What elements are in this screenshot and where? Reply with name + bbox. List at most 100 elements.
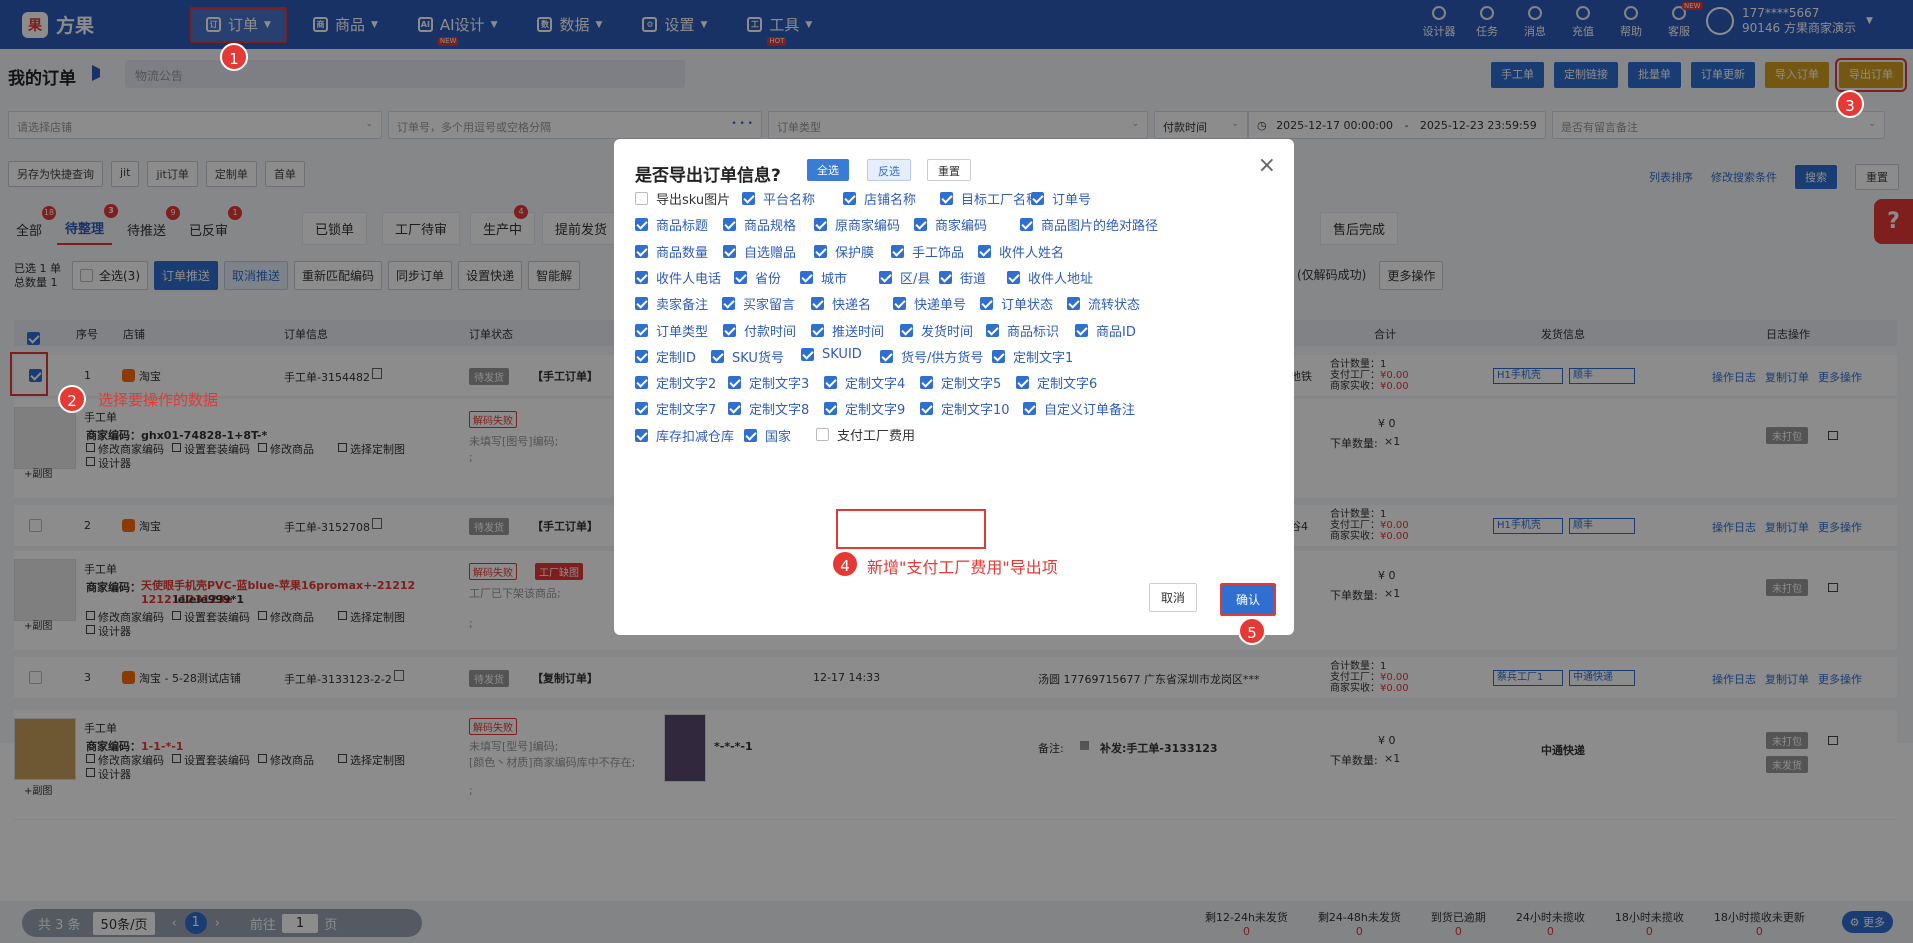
export-option[interactable]: 商品标题 (635, 215, 708, 234)
export-option[interactable]: 商品图片的绝对路径 (1020, 215, 1158, 234)
option-checkbox[interactable] (722, 297, 735, 311)
option-checkbox[interactable] (1031, 192, 1044, 205)
option-checkbox[interactable] (914, 218, 927, 232)
export-option[interactable]: 快递单号 (893, 294, 966, 313)
export-option[interactable]: 买家留言 (722, 294, 795, 313)
export-option[interactable]: 定制文字6 (1016, 373, 1097, 392)
export-option[interactable]: 定制文字1 (992, 347, 1073, 366)
option-checkbox[interactable] (801, 347, 814, 361)
option-checkbox[interactable] (635, 297, 648, 311)
option-checkbox[interactable] (635, 218, 648, 232)
export-option[interactable]: 手工饰品 (891, 242, 964, 261)
export-option[interactable]: 商品ID (1075, 321, 1136, 340)
option-checkbox[interactable] (920, 402, 933, 416)
option-checkbox[interactable] (811, 297, 824, 311)
option-checkbox[interactable] (1023, 402, 1036, 416)
export-option[interactable]: 原商家编码 (814, 215, 900, 234)
option-checkbox[interactable] (843, 192, 856, 205)
option-checkbox[interactable] (1075, 323, 1088, 337)
option-checkbox[interactable] (1020, 218, 1033, 232)
export-option[interactable]: 自定义订单备注 (1023, 399, 1135, 418)
option-checkbox[interactable] (728, 376, 741, 390)
export-option[interactable]: 库存扣减仓库 (635, 426, 734, 445)
option-checkbox[interactable] (728, 402, 741, 416)
option-checkbox[interactable] (635, 323, 648, 337)
option-checkbox[interactable] (635, 244, 648, 258)
option-checkbox[interactable] (800, 270, 813, 284)
option-checkbox[interactable] (814, 218, 827, 232)
export-option[interactable]: 订单号 (1031, 189, 1091, 208)
option-checkbox[interactable] (635, 270, 648, 284)
export-option[interactable]: 定制文字10 (920, 399, 1010, 418)
export-option[interactable]: 支付工厂费用 (816, 425, 915, 444)
option-checkbox[interactable] (1007, 270, 1020, 284)
export-option[interactable]: 自选赠品 (723, 242, 796, 261)
option-checkbox[interactable] (920, 376, 933, 390)
invert-selection-button[interactable]: 反选 (867, 159, 911, 181)
export-option[interactable]: 定制文字7 (635, 399, 716, 418)
option-checkbox[interactable] (986, 323, 999, 337)
export-option[interactable]: 定制文字2 (635, 373, 716, 392)
close-icon[interactable]: × (1258, 153, 1276, 178)
cancel-button[interactable]: 取消 (1149, 583, 1198, 612)
export-option[interactable]: 商品规格 (723, 215, 796, 234)
option-checkbox[interactable] (891, 244, 904, 258)
export-option[interactable]: 国家 (744, 426, 791, 445)
export-option[interactable]: 收件人姓名 (978, 242, 1064, 261)
export-option[interactable]: 货号/供方货号 (880, 347, 983, 366)
select-all-button[interactable]: 全选 (807, 159, 849, 181)
option-checkbox[interactable] (1016, 376, 1029, 390)
option-checkbox[interactable] (723, 218, 736, 232)
export-option[interactable]: 商家编码 (914, 215, 987, 234)
export-option[interactable]: 快递名 (811, 294, 871, 313)
export-option[interactable]: 收件人电话 (635, 268, 721, 287)
export-option[interactable]: 订单类型 (635, 321, 708, 340)
option-checkbox[interactable] (893, 297, 906, 311)
option-checkbox[interactable] (635, 428, 648, 442)
export-option[interactable]: 保护膜 (814, 242, 874, 261)
option-checkbox[interactable] (939, 270, 952, 284)
option-checkbox[interactable] (723, 323, 736, 337)
option-checkbox[interactable] (635, 402, 648, 416)
option-checkbox[interactable] (940, 192, 953, 205)
option-checkbox[interactable] (711, 349, 724, 363)
option-checkbox[interactable] (744, 428, 757, 442)
export-option[interactable]: 平台名称 (742, 189, 815, 208)
confirm-button[interactable]: 确认 (1217, 581, 1279, 618)
export-option[interactable]: 定制文字9 (824, 399, 905, 418)
export-option[interactable]: 订单状态 (980, 294, 1053, 313)
export-option[interactable]: 流转状态 (1067, 294, 1140, 313)
option-checkbox[interactable] (635, 192, 648, 205)
export-option[interactable]: 定制文字3 (728, 373, 809, 392)
export-option[interactable]: 定制ID (635, 347, 696, 366)
option-checkbox[interactable] (900, 323, 913, 337)
export-option[interactable]: 定制文字4 (824, 373, 905, 392)
export-option[interactable]: 收件人地址 (1007, 268, 1093, 287)
option-checkbox[interactable] (814, 244, 827, 258)
export-option[interactable]: 定制文字8 (728, 399, 809, 418)
export-option[interactable]: 街道 (939, 268, 986, 287)
export-option[interactable]: 推送时间 (811, 321, 884, 340)
export-option[interactable]: SKU货号 (711, 347, 784, 366)
export-option[interactable]: 发货时间 (900, 321, 973, 340)
option-checkbox[interactable] (978, 244, 991, 258)
export-option[interactable]: SKUID (801, 347, 862, 362)
export-option[interactable]: 目标工厂名称 (940, 189, 1039, 208)
export-option[interactable]: 商品数量 (635, 242, 708, 261)
export-option[interactable]: 定制文字5 (920, 373, 1001, 392)
export-option[interactable]: 区/县 (879, 268, 930, 287)
option-checkbox[interactable] (1067, 297, 1080, 311)
option-checkbox[interactable] (734, 270, 747, 284)
option-checkbox[interactable] (723, 244, 736, 258)
option-checkbox[interactable] (879, 270, 892, 284)
option-checkbox[interactable] (816, 428, 829, 441)
option-checkbox[interactable] (824, 402, 837, 416)
option-checkbox[interactable] (635, 376, 648, 390)
export-option[interactable]: 城市 (800, 268, 847, 287)
option-checkbox[interactable] (880, 349, 893, 363)
option-checkbox[interactable] (992, 349, 1005, 363)
reset-selection-button[interactable]: 重置 (927, 159, 971, 181)
export-option[interactable]: 店铺名称 (843, 189, 916, 208)
option-checkbox[interactable] (980, 297, 993, 311)
export-option[interactable]: 省份 (734, 268, 781, 287)
